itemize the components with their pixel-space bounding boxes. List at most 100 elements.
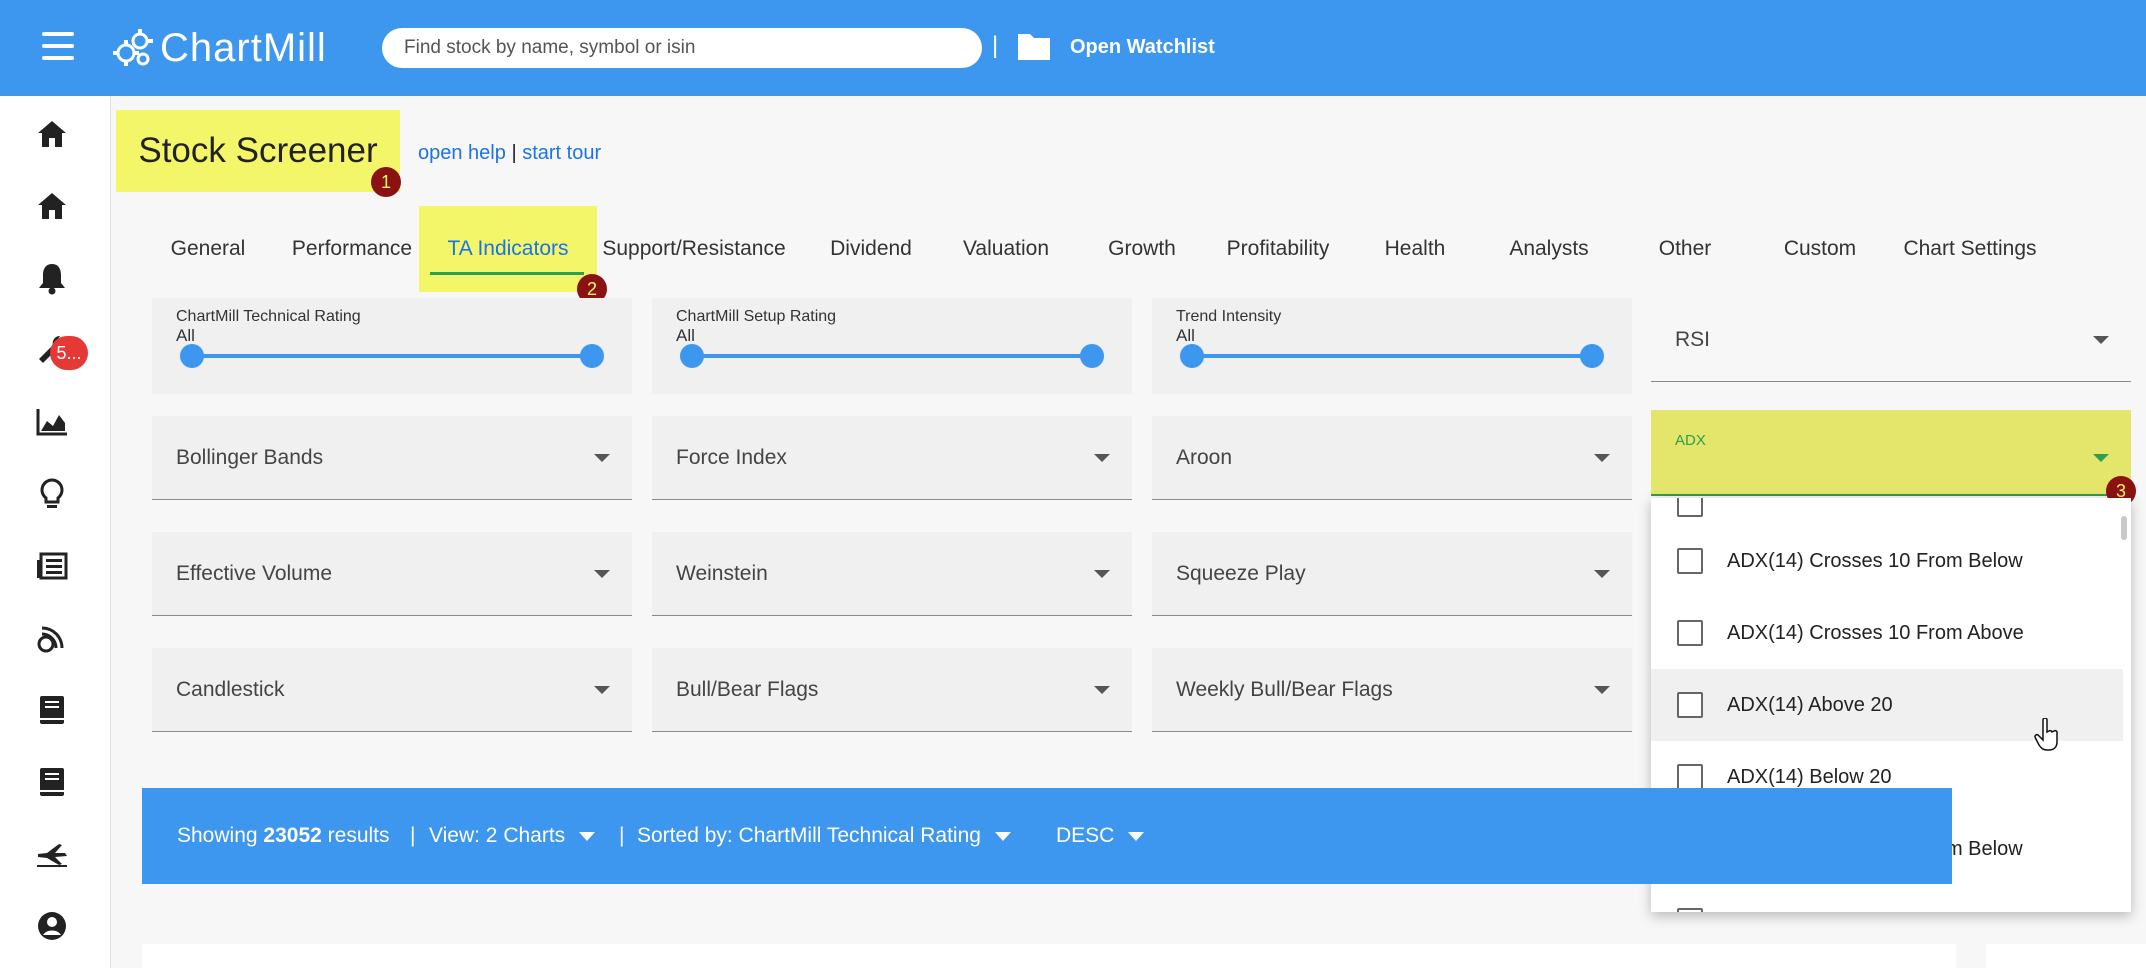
select-label: Effective Volume (176, 562, 333, 585)
hand-cursor-icon (2034, 718, 2058, 751)
sort-label: Sorted by: ChartMill Technical Rating (637, 824, 981, 847)
adx-select-label: ADX (1675, 432, 1706, 449)
adx-option-partial[interactable] (1651, 885, 2123, 912)
slider-min-handle[interactable] (1180, 344, 1204, 368)
slider-min-handle[interactable] (680, 344, 704, 368)
slider-max-handle[interactable] (1080, 344, 1104, 368)
area-chart-icon[interactable] (34, 404, 70, 440)
adx-option[interactable]: ADX(14) Crosses 10 From Above (1651, 597, 2123, 669)
home-icon[interactable] (34, 188, 70, 224)
stock-search-input[interactable] (382, 28, 982, 68)
bell-icon[interactable] (34, 260, 70, 296)
select-label: Candlestick (176, 678, 285, 701)
effective-volume-select[interactable]: Effective Volume (152, 532, 632, 616)
checkbox[interactable] (1677, 764, 1703, 790)
tab-health[interactable]: Health (1372, 206, 1458, 292)
hamburger-menu-icon[interactable] (42, 32, 74, 60)
tab-performance[interactable]: Performance (282, 206, 422, 292)
slider-track[interactable] (1192, 354, 1592, 358)
aroon-select[interactable]: Aroon (1152, 416, 1632, 500)
bollinger-bands-select[interactable]: Bollinger Bands (152, 416, 632, 500)
checkbox[interactable] (1677, 908, 1703, 912)
blog-icon[interactable] (34, 620, 70, 656)
results-separator: | (619, 824, 625, 847)
results-separator: | (410, 824, 416, 847)
chevron-down-icon (1094, 686, 1110, 694)
book-icon[interactable] (34, 764, 70, 800)
technical-rating-slider: ChartMill Technical Rating All (152, 298, 632, 394)
tab-growth[interactable]: Growth (1094, 206, 1190, 292)
open-watchlist-link[interactable]: Open Watchlist (1070, 36, 1215, 59)
checkbox[interactable] (1677, 498, 1703, 517)
lightbulb-icon[interactable] (34, 476, 70, 512)
plane-icon[interactable] (34, 836, 70, 872)
bull-bear-flags-select[interactable]: Bull/Bear Flags (652, 648, 1132, 732)
chevron-down-icon (1594, 570, 1610, 578)
tab-chart-settings[interactable]: Chart Settings (1896, 206, 2044, 292)
order-label: DESC (1056, 824, 1115, 847)
open-help-link[interactable]: open help (418, 142, 506, 164)
active-tab-indicator (430, 272, 584, 275)
slider-max-handle[interactable] (1580, 344, 1604, 368)
slider-label: ChartMill Technical Rating (176, 308, 361, 325)
view-dropdown[interactable]: View: 2 Charts (429, 824, 596, 848)
book-icon[interactable] (34, 692, 70, 728)
notifications-badge: 5... (50, 336, 88, 370)
results-bar: Showing 23052 results | View: 2 Charts |… (142, 788, 1952, 884)
top-bar: ChartMill | Open Watchlist (0, 0, 2146, 96)
select-label: Aroon (1176, 446, 1233, 469)
candlestick-select[interactable]: Candlestick (152, 648, 632, 732)
header-separator: | (992, 32, 999, 59)
gears-icon (113, 29, 153, 66)
tab-custom[interactable]: Custom (1770, 206, 1870, 292)
page-title: Stock Screener (138, 131, 378, 170)
trend-intensity-slider: Trend Intensity All (1152, 298, 1632, 394)
slider-value: All (1176, 326, 1195, 345)
weekly-bull-bear-flags-select[interactable]: Weekly Bull/Bear Flags (1152, 648, 1632, 732)
tab-ta-indicators[interactable]: TA Indicators (419, 206, 597, 292)
chevron-down-icon (2093, 336, 2109, 344)
slider-track[interactable] (692, 354, 1092, 358)
newspaper-icon[interactable] (34, 548, 70, 584)
chartmill-logo[interactable]: ChartMill (110, 24, 327, 72)
slider-label: Trend Intensity (1176, 308, 1282, 325)
tab-other[interactable]: Other (1638, 206, 1732, 292)
chevron-down-icon (594, 454, 610, 462)
select-label: RSI (1675, 328, 1711, 351)
sort-by-dropdown[interactable]: Sorted by: ChartMill Technical Rating (637, 824, 1011, 848)
sort-order-dropdown[interactable]: DESC (1056, 824, 1145, 848)
chevron-down-icon (1594, 686, 1610, 694)
home-icon[interactable] (34, 116, 70, 152)
force-index-select[interactable]: Force Index (652, 416, 1132, 500)
page-title-box: Stock Screener (116, 110, 400, 192)
select-label: Bollinger Bands (176, 446, 324, 469)
checkbox[interactable] (1677, 620, 1703, 646)
tab-general[interactable]: General (150, 206, 266, 292)
results-count: Showing 23052 results (177, 824, 390, 848)
results-label: results (327, 824, 390, 847)
adx-option[interactable]: ADX(14) Crosses 10 From Below (1651, 525, 2123, 597)
folder-icon[interactable] (1016, 30, 1052, 62)
slider-max-handle[interactable] (580, 344, 604, 368)
tab-dividend[interactable]: Dividend (816, 206, 926, 292)
tab-valuation[interactable]: Valuation (950, 206, 1062, 292)
weinstein-select[interactable]: Weinstein (652, 532, 1132, 616)
chevron-down-icon (594, 570, 610, 578)
result-count-value: 23052 (263, 824, 322, 847)
tab-analysts[interactable]: Analysts (1496, 206, 1602, 292)
squeeze-play-select[interactable]: Squeeze Play (1152, 532, 1632, 616)
chevron-down-icon (1094, 570, 1110, 578)
rsi-select[interactable]: RSI (1651, 298, 2131, 382)
tab-support-resistance[interactable]: Support/Resistance (596, 206, 792, 292)
checkbox[interactable] (1677, 692, 1703, 718)
slider-track[interactable] (192, 354, 592, 358)
chevron-down-icon (1094, 454, 1110, 462)
slider-min-handle[interactable] (180, 344, 204, 368)
start-tour-link[interactable]: start tour (522, 142, 601, 164)
user-icon[interactable] (34, 908, 70, 944)
checkbox[interactable] (1677, 548, 1703, 574)
sidebar: 5... (0, 96, 111, 968)
chevron-down-icon (1128, 831, 1145, 841)
tab-profitability[interactable]: Profitability (1214, 206, 1342, 292)
adx-select[interactable]: ADX (1651, 410, 2131, 496)
